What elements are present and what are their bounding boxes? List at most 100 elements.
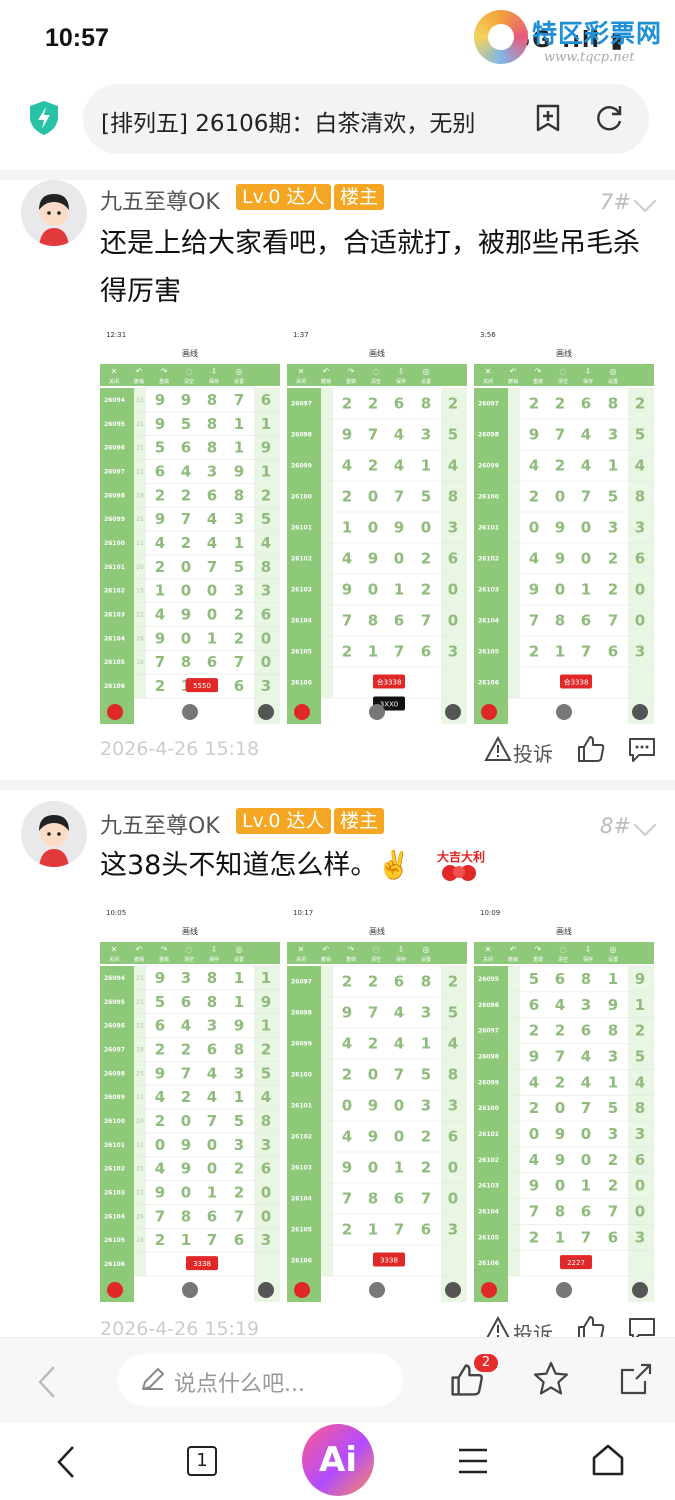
draw-digit: 6 <box>529 996 539 1014</box>
chart-screenshot[interactable]: 10:17画线✕关闭↶撤销↷重做◌清空⇩保存◎设置26097 2 2 6 8 226098… <box>287 904 467 1302</box>
comment-input[interactable]: 说点什么吧... <box>118 1354 403 1406</box>
draw-digit: 0 <box>261 1207 271 1225</box>
draw-digit: 9 <box>234 462 244 480</box>
level-badge: Lv.0 达人 <box>236 184 331 210</box>
chart-screenshot[interactable]: 10:05画线✕关闭↶撤销↷重做◌清空⇩保存◎设置26094 21 9 3 8 1 1260… <box>100 904 280 1302</box>
star-icon[interactable] <box>532 1360 570 1398</box>
status-bar: 10:57 5G .ıll ▮ 特区彩票网 www.tqcp.net <box>0 0 675 78</box>
post-images[interactable]: 12:31 画线 ✕ 关闭 ↶ 撤销 ↷ 重做 ◌ 清空 ⇩ 保存 ◎ 设置 26094 33 9 9 8 7 6 260… <box>100 326 654 724</box>
tabs-button[interactable]: 1 <box>187 1446 217 1476</box>
draw-digit: 6 <box>581 1022 591 1040</box>
draw-digit: 9 <box>155 969 165 987</box>
nav-back-icon[interactable] <box>54 1444 78 1480</box>
prediction-tag: 3338 <box>186 1256 218 1271</box>
draw-digit: 6 <box>635 1151 645 1169</box>
report-button[interactable]: 投诉 <box>513 738 553 767</box>
period-label: 26100 <box>104 1118 125 1125</box>
screenshot-clock: 1:37 <box>293 331 309 339</box>
toolbar-label: 清空 <box>558 956 568 963</box>
floor-number: 7# <box>600 190 631 214</box>
chart-screenshot[interactable]: 1:37画线✕关闭↶撤销↷重做◌清空⇩保存◎设置26097 2 2 6 8 226098 9… <box>287 326 467 724</box>
lock-icon <box>369 704 385 720</box>
share-icon[interactable] <box>617 1360 655 1398</box>
username[interactable]: 九五至尊OK <box>100 184 220 216</box>
draw-digit: 2 <box>608 1177 618 1195</box>
like-icon[interactable] <box>576 734 606 764</box>
draw-digit: 9 <box>234 1017 244 1035</box>
draw-digit: 0 <box>207 1136 217 1154</box>
toolbar-icon: ⇩ <box>398 367 405 376</box>
edit-icon <box>632 1282 648 1298</box>
draw-digit: 1 <box>342 519 352 537</box>
period-label: 26104 <box>291 1196 312 1203</box>
shield-bolt-icon[interactable] <box>28 100 60 136</box>
back-arrow-icon[interactable] <box>36 1364 58 1400</box>
draw-digit: 8 <box>421 395 431 413</box>
menu-icon[interactable] <box>456 1446 490 1476</box>
chart-screenshot[interactable]: 3:56画线✕关闭↶撤销↷重做◌清空⇩保存◎设置26097 2 2 6 8 226098 9… <box>474 326 654 724</box>
ai-button[interactable]: Ai <box>302 1424 374 1496</box>
sum-label: 11 <box>136 1094 144 1101</box>
period-label: 26098 <box>478 432 499 439</box>
draw-digit: 2 <box>261 486 271 504</box>
chart-screenshot[interactable]: 10:09画线✕关闭↶撤销↷重做◌清空⇩保存◎设置26095 5 6 8 1 926096… <box>474 904 654 1302</box>
sum-label: 26 <box>136 635 144 642</box>
home-icon[interactable] <box>590 1442 626 1478</box>
pencil-icon <box>142 1368 164 1390</box>
draw-digit: 3 <box>448 519 458 537</box>
draw-digit: 7 <box>581 488 591 506</box>
pen-tool-icon <box>294 704 310 720</box>
avatar[interactable] <box>21 180 87 246</box>
toolbar-icon: ◌ <box>560 367 567 376</box>
post-date: 2026-4-26 15:18 <box>100 738 260 760</box>
period-label: 26102 <box>291 1134 312 1141</box>
draw-digit: 1 <box>581 1177 591 1195</box>
avatar[interactable] <box>21 801 87 867</box>
toolbar-icon: ◎ <box>610 367 617 376</box>
toolbar-icon: ↷ <box>161 367 168 376</box>
draw-digit: 5 <box>448 426 458 444</box>
draw-digit: 7 <box>181 1064 191 1082</box>
toolbar-label: 保存 <box>396 956 406 963</box>
draw-digit: 1 <box>234 534 244 552</box>
draw-digit: 1 <box>608 970 618 988</box>
toolbar-label: 清空 <box>184 378 194 385</box>
draw-digit: 4 <box>555 996 565 1014</box>
post-images[interactable]: 10:05 画线 ✕ 关闭 ↶ 撤销 ↷ 重做 ◌ 清空 ⇩ 保存 ◎ 设置 26094 21 9 3 8 1 1 260… <box>100 904 654 1302</box>
draw-digit: 4 <box>342 457 352 475</box>
period-label: 26104 <box>478 618 499 625</box>
toolbar-label: 关闭 <box>109 956 119 963</box>
draw-digit: 8 <box>448 488 458 506</box>
draw-digit: 3 <box>234 1136 244 1154</box>
chevron-down-icon[interactable] <box>633 189 657 213</box>
draw-digit: 2 <box>342 488 352 506</box>
chevron-down-icon[interactable] <box>633 813 657 837</box>
draw-digit: 0 <box>581 550 591 568</box>
draw-digit: 2 <box>529 395 539 413</box>
draw-digit: 9 <box>155 629 165 647</box>
period-label: 26101 <box>478 525 499 532</box>
address-bar[interactable]: [排列五] 26106期：白茶清欢，无别 <box>83 84 649 154</box>
screenshot-clock: 3:56 <box>480 331 496 339</box>
screenshot-title: 画线 <box>182 348 198 358</box>
draw-digit: 4 <box>261 1088 271 1106</box>
toolbar-label: 重做 <box>346 378 356 385</box>
period-label: 26103 <box>291 1165 312 1172</box>
comment-icon[interactable] <box>627 736 657 764</box>
toolbar-label: 撤销 <box>134 378 144 385</box>
username[interactable]: 九五至尊OK <box>100 808 220 840</box>
sum-label: 16 <box>136 1237 144 1244</box>
draw-digit: 5 <box>181 415 191 433</box>
chart-screenshot[interactable]: 12:31画线✕关闭↶撤销↷重做◌清空⇩保存◎设置26094 33 9 9 8 7 6260… <box>100 326 280 724</box>
refresh-icon[interactable] <box>593 101 627 135</box>
draw-digit: 4 <box>261 534 271 552</box>
draw-digit: 0 <box>555 581 565 599</box>
add-bookmark-icon[interactable] <box>531 101 565 135</box>
tag-label: 3338 <box>193 1260 211 1268</box>
period-label: 26098 <box>478 1053 499 1060</box>
draw-digit: 5 <box>635 1047 645 1065</box>
warning-icon[interactable] <box>484 736 512 762</box>
draw-digit: 9 <box>155 391 165 409</box>
draw-digit: 7 <box>394 1221 404 1239</box>
draw-digit: 0 <box>394 550 404 568</box>
